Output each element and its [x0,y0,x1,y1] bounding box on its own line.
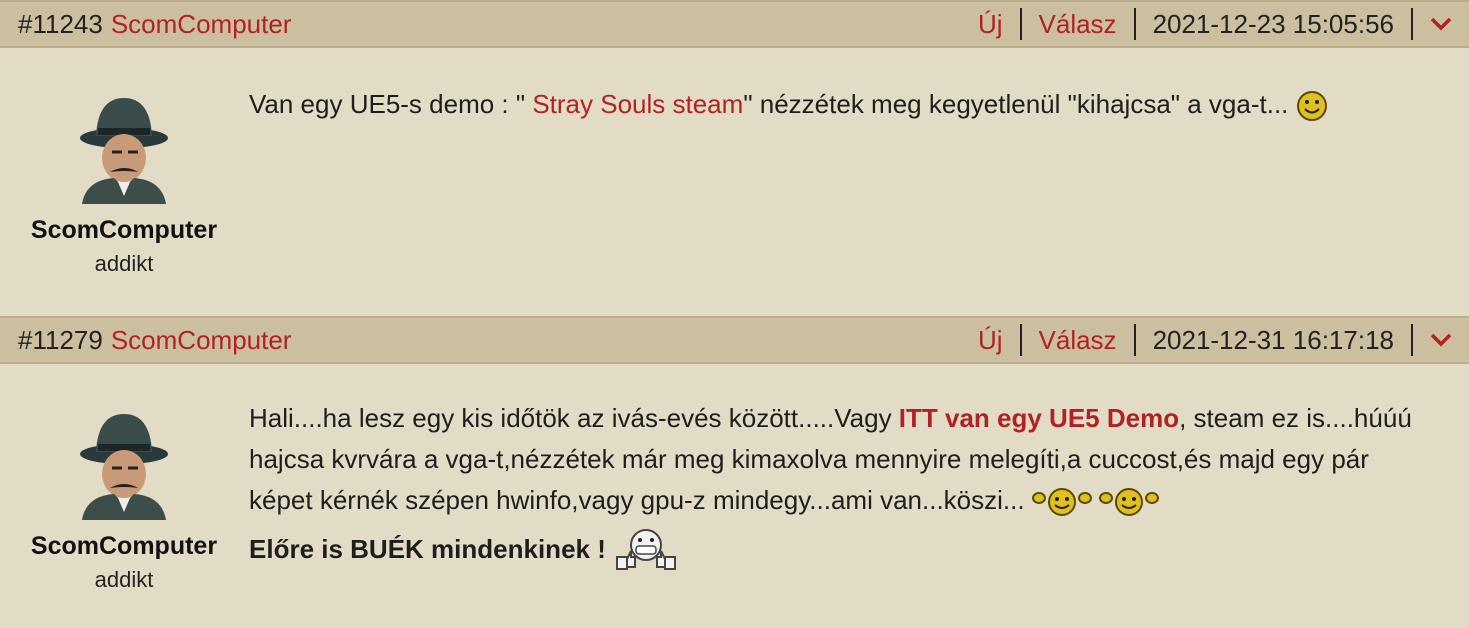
username[interactable]: ScomComputer [31,216,217,245]
post-header: #11243 ScomComputer Új Válasz 2021-12-23… [0,0,1469,48]
detective-avatar-icon[interactable] [74,408,174,520]
greeting-text: Előre is BUÉK mindenkinek ! [249,533,606,564]
chevron-down-icon [1430,17,1452,31]
post-author-link[interactable]: ScomComputer [111,325,292,356]
waving-smiley-icon [1031,488,1092,517]
detective-avatar-icon[interactable] [74,92,174,204]
post-text: Van egy UE5-s demo : " [249,89,526,119]
post-datetime: 2021-12-31 16:17:18 [1152,324,1394,355]
thumbs-up-grin-icon [616,529,677,570]
post-datetime: 2021-12-23 15:05:56 [1152,8,1394,39]
new-link[interactable]: Új [961,9,1020,40]
post-11279: #11279 ScomComputer Új Válasz 2021-12-31… [0,316,1469,628]
user-rank: addikt [94,567,154,592]
post-text: " nézzétek meg kegyetlenül "kihajcsa" a … [743,89,1289,119]
post-number: #11243 [18,8,103,39]
chevron-down-icon [1430,333,1452,347]
reply-link[interactable]: Válasz [1022,325,1134,356]
post-body: ScomComputer addikt Van egy UE5-s demo :… [0,48,1469,316]
post-menu-button[interactable] [1413,318,1469,362]
post-author-link[interactable]: ScomComputer [111,9,292,40]
post-content: Hali....ha lesz egy kis időtök az ivás-e… [249,398,1429,575]
post-body: ScomComputer addikt Hali....ha lesz egy … [0,364,1469,628]
waving-smiley-icon [1099,488,1160,517]
post-content: Van egy UE5-s demo : " Stray Souls steam… [249,84,1429,125]
stray-souls-link[interactable]: Stray Souls steam [525,89,743,119]
post-text: Hali....ha lesz egy kis időtök az ivás-e… [249,403,899,433]
post-number: #11279 [18,324,103,355]
post-actions: Új Válasz 2021-12-31 16:17:18 [961,318,1469,362]
smiley-icon [1296,91,1327,122]
post-11243: #11243 ScomComputer Új Válasz 2021-12-23… [0,0,1469,316]
reply-link[interactable]: Válasz [1022,9,1134,40]
user-info: ScomComputer addikt [0,48,248,277]
user-info: ScomComputer addikt [0,364,248,593]
username[interactable]: ScomComputer [31,532,217,561]
post-header: #11279 ScomComputer Új Válasz 2021-12-31… [0,316,1469,364]
post-menu-button[interactable] [1413,2,1469,46]
new-link[interactable]: Új [961,325,1020,356]
user-rank: addikt [94,251,154,276]
ue5-demo-link[interactable]: ITT van egy UE5 Demo [899,403,1179,433]
post-actions: Új Válasz 2021-12-23 15:05:56 [961,2,1469,46]
bold-greeting: Előre is BUÉK mindenkinek ! [249,527,1429,575]
